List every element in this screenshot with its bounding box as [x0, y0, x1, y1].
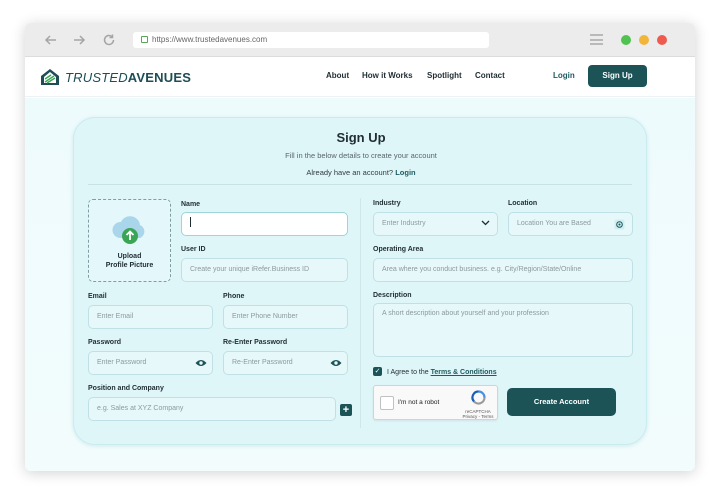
lock-icon	[141, 36, 148, 43]
browser-toolbar: https://www.trustedavenues.com	[25, 23, 695, 57]
locate-target-icon[interactable]	[614, 219, 625, 230]
cloud-upload-icon	[112, 216, 145, 244]
email-label: Email	[88, 293, 107, 300]
signup-card: Sign Up Fill in the below details to cre…	[73, 117, 647, 445]
add-position-plus-icon[interactable]: +	[340, 404, 352, 416]
agree-text: I Agree to the Terms & Conditions	[387, 369, 497, 376]
position-company-input[interactable]: e.g. Sales at XYZ Company	[88, 397, 336, 421]
name-input[interactable]	[181, 212, 348, 236]
recaptcha-label: I'm not a robot	[398, 399, 440, 406]
name-label: Name	[181, 201, 201, 208]
recaptcha-logo-icon	[471, 390, 486, 405]
reload-icon[interactable]	[101, 32, 117, 48]
page-content: Sign Up Fill in the below details to cre…	[25, 98, 695, 471]
logo-mark-icon	[41, 69, 59, 85]
user-id-input[interactable]: Create your unique iRefer.Business ID	[181, 258, 348, 282]
password-label: Password	[88, 339, 122, 346]
recaptcha-widget[interactable]: I'm not a robot reCAPTCHA Privacy - Terms	[373, 385, 498, 420]
site-logo[interactable]: TRUSTEDAVENUES	[39, 66, 191, 88]
email-input[interactable]: Enter Email	[88, 305, 213, 329]
industry-select[interactable]: Enter Industry	[373, 212, 498, 236]
header-divider	[88, 184, 632, 185]
upload-profile-picture[interactable]: Upload Profile Picture	[88, 199, 171, 282]
recaptcha-brand: reCAPTCHA Privacy - Terms	[462, 409, 494, 419]
page-title: Sign Up	[336, 130, 386, 145]
forward-arrow-icon[interactable]	[71, 32, 87, 48]
chevron-down-icon[interactable]	[481, 220, 490, 226]
window-close-dot[interactable]	[657, 35, 667, 45]
phone-input[interactable]: Enter Phone Number	[223, 305, 348, 329]
browser-window: https://www.trustedavenues.com TRUSTEDAV…	[25, 23, 695, 471]
back-arrow-icon[interactable]	[43, 32, 59, 48]
upload-label: Upload Profile Picture	[105, 253, 154, 269]
user-id-label: User ID	[181, 246, 206, 253]
recaptcha-checkbox[interactable]	[380, 396, 394, 410]
phone-label: Phone	[223, 293, 245, 300]
nav-contact[interactable]: Contact	[475, 71, 505, 80]
show-re-password-eye-icon[interactable]	[330, 359, 342, 367]
industry-label: Industry	[373, 200, 401, 207]
description-textarea[interactable]: A short description about yourself and y…	[373, 303, 633, 357]
operating-area-input[interactable]: Area where you conduct business. e.g. Ci…	[373, 258, 633, 282]
site-header: TRUSTEDAVENUES About How it Works Spotli…	[25, 57, 695, 97]
operating-area-label: Operating Area	[373, 246, 424, 253]
location-label: Location	[508, 200, 538, 207]
column-divider	[360, 198, 361, 428]
page-subtitle: Fill in the below details to create your…	[285, 151, 437, 160]
already-account-text: Already have an account? Login	[306, 168, 416, 177]
address-bar[interactable]: https://www.trustedavenues.com	[133, 32, 489, 48]
url-text: https://www.trustedavenues.com	[152, 35, 268, 44]
nav-about[interactable]: About	[326, 71, 349, 80]
nav-how-it-works[interactable]: How it Works	[362, 71, 413, 80]
position-company-label: Position and Company	[88, 385, 164, 392]
header-signup-button[interactable]: Sign Up	[588, 65, 647, 87]
header-login-link[interactable]: Login	[553, 71, 575, 80]
form-login-link[interactable]: Login	[395, 168, 415, 177]
nav-spotlight[interactable]: Spotlight	[427, 71, 462, 80]
description-label: Description	[373, 292, 412, 299]
create-account-button[interactable]: Create Account	[507, 388, 616, 416]
re-password-label: Re-Enter Password	[223, 339, 288, 346]
window-maximize-dot[interactable]	[621, 35, 631, 45]
terms-link[interactable]: Terms & Conditions	[431, 369, 497, 376]
agree-checkbox[interactable]: ✓	[373, 367, 382, 376]
logo-text: TRUSTEDAVENUES	[65, 69, 192, 85]
show-password-eye-icon[interactable]	[195, 359, 207, 367]
window-minimize-dot[interactable]	[639, 35, 649, 45]
text-cursor	[190, 217, 191, 227]
hamburger-menu-icon[interactable]	[590, 34, 603, 45]
